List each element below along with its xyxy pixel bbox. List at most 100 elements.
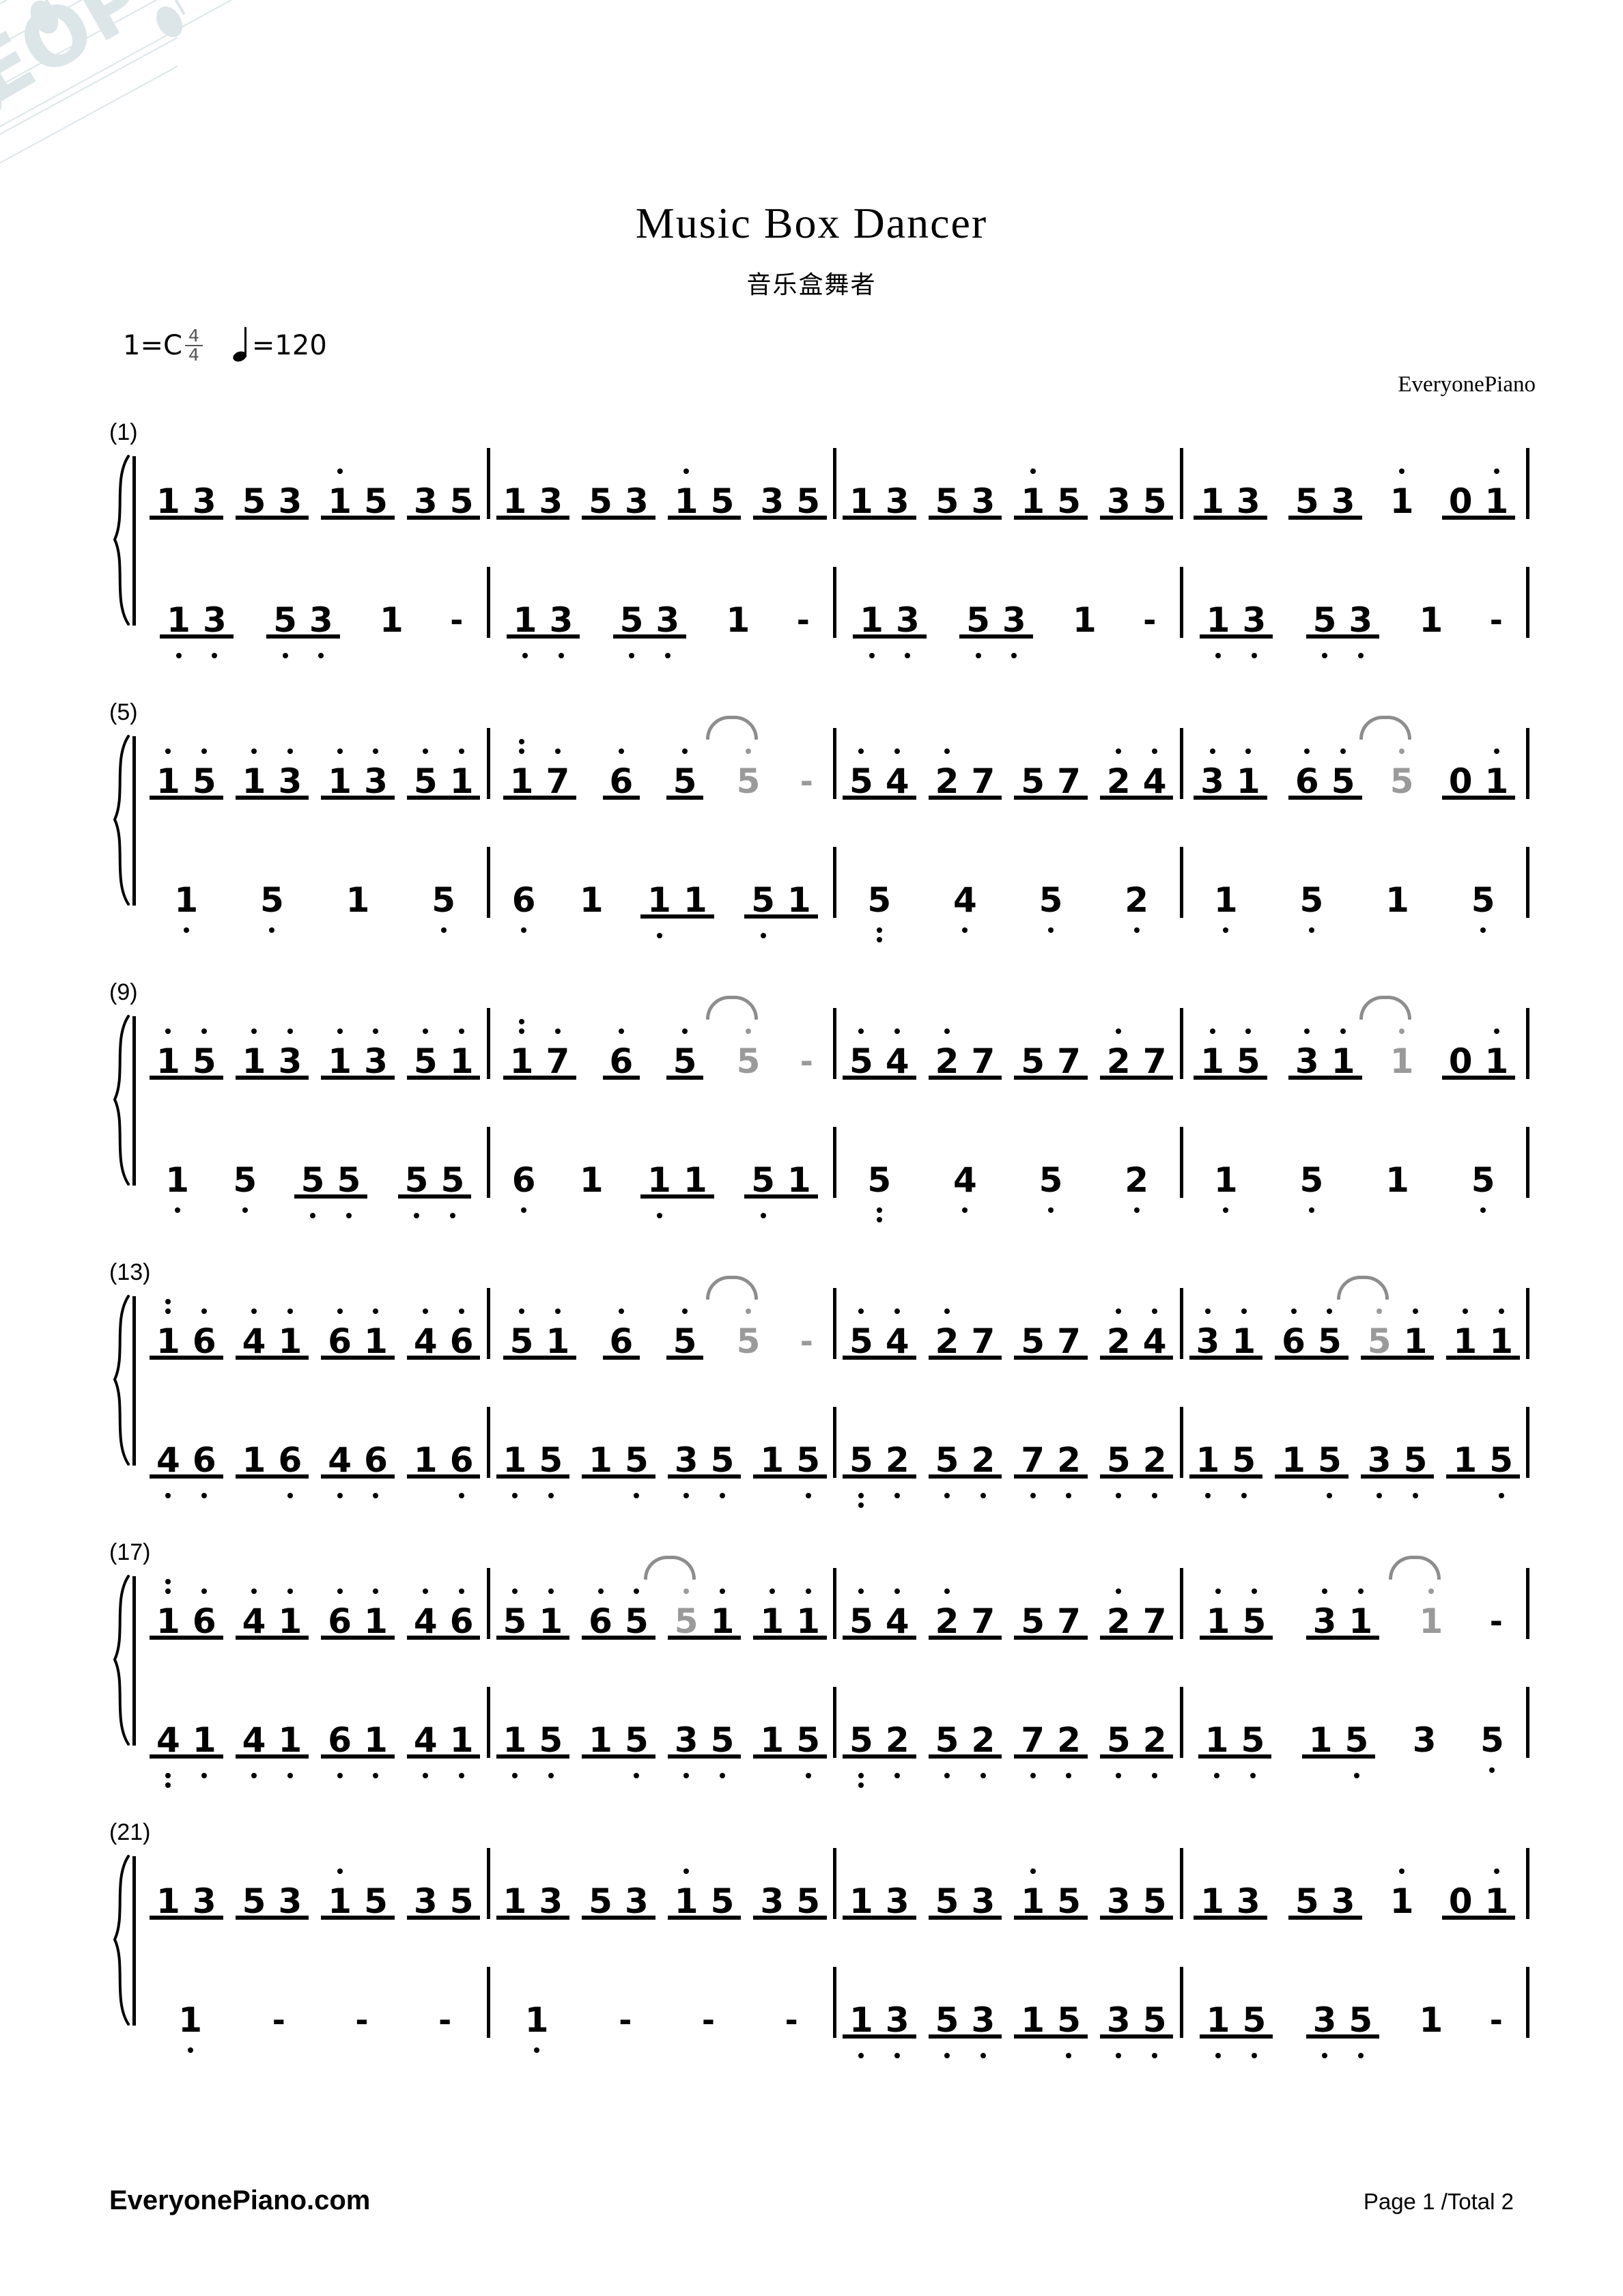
octave-dot-above <box>459 1308 465 1314</box>
note-number: 6 <box>322 1308 358 1359</box>
note-number: 5 <box>843 1442 879 1508</box>
note-group: 15 <box>1445 1442 1521 1498</box>
note-number: 5 <box>1101 1442 1137 1498</box>
measure: 41416141 <box>143 1687 490 1788</box>
note-group: 5 <box>1032 882 1071 933</box>
octave-dot-below <box>805 1493 811 1498</box>
octave-dot-above <box>548 1588 554 1594</box>
octave-dot-above <box>165 1308 171 1314</box>
octave-dot-above <box>1357 1588 1364 1594</box>
measure: 611151 <box>490 847 836 938</box>
note-group: 5 <box>1293 1162 1331 1213</box>
note-group: 53 <box>235 1884 310 1920</box>
octave-dot-above <box>519 1028 525 1034</box>
note-number: 1 <box>322 1028 358 1079</box>
octave-dot-above <box>251 1588 257 1594</box>
octave-dot-below <box>894 1493 901 1498</box>
octave-dot-below <box>1215 2053 1222 2058</box>
note-group: 53 <box>235 484 310 520</box>
measure: 52527252 <box>836 1687 1183 1788</box>
note-group: 46 <box>406 1588 481 1640</box>
octave-dot-above <box>459 1028 465 1034</box>
octave-dot-below <box>656 1213 662 1218</box>
note-group: 53 <box>928 2002 1003 2058</box>
note-number: 5 <box>667 1028 703 1079</box>
octave-dot-below <box>187 2047 193 2053</box>
note-number: 7 <box>971 761 996 801</box>
note-number: 1 <box>444 1722 480 1778</box>
note-group: 5 <box>424 882 463 933</box>
octave-dot-below <box>414 1213 420 1218</box>
note-number: 5 <box>667 748 703 799</box>
measure: 1515 <box>143 847 490 933</box>
note-number: 5 <box>790 1442 826 1498</box>
note-number: 5 <box>619 1442 655 1498</box>
octave-dot-below <box>1412 1493 1418 1498</box>
grand-staff-brace <box>108 735 132 906</box>
note-number: 1 <box>668 1868 705 1919</box>
note-number: 7 <box>1142 1041 1167 1081</box>
note-number: 5 <box>1236 2002 1272 2058</box>
measure: 1515 <box>1183 1127 1529 1213</box>
note-number: 1 <box>683 1160 707 1200</box>
measure: 13531- <box>836 567 1183 658</box>
note-group: 15 <box>320 1868 395 1920</box>
measure: 13531535 <box>836 1848 1183 1920</box>
note-group: 6 <box>505 882 544 933</box>
note-number: 3 <box>1194 748 1230 799</box>
octave-dot-below <box>201 1773 208 1778</box>
note-number: 1 <box>853 602 890 658</box>
note-group: 11 <box>752 1588 828 1640</box>
note-group: 35 <box>1360 1442 1435 1498</box>
measure: 13531535 <box>143 448 490 520</box>
measure: 13531535 <box>836 448 1183 520</box>
octave-dot-above <box>1116 1588 1122 1594</box>
note-number: 5 <box>425 882 462 933</box>
note-group: 35 <box>752 1881 828 1921</box>
octave-dot-below <box>1215 653 1222 658</box>
note-number: 5 <box>267 602 303 658</box>
note-number: 2 <box>1118 882 1155 933</box>
octave-dot-below <box>980 1773 986 1778</box>
note-number: 5 <box>295 1162 331 1218</box>
octave-dot-above <box>554 1308 561 1314</box>
note-number: 1 <box>1226 1308 1262 1359</box>
octave-dot-above <box>519 1308 525 1314</box>
note-group: 01 <box>1441 1028 1516 1080</box>
note-number: 7 <box>1015 1442 1051 1498</box>
note-number: 1 <box>1342 1588 1379 1639</box>
octave-dot-below <box>251 1773 257 1778</box>
note-number: 1 <box>787 1160 811 1200</box>
note-dash: - <box>785 2002 798 2039</box>
octave-dot-below <box>1223 927 1229 933</box>
octave-dot-above <box>1152 1308 1158 1314</box>
note-number: 4 <box>1137 748 1173 799</box>
note-group: 55 <box>397 1162 472 1218</box>
octave-dot-above <box>681 1308 688 1314</box>
octave-dot-above <box>165 1588 171 1594</box>
measure: 15153515 <box>490 1407 836 1498</box>
note-number: 3 <box>272 748 308 799</box>
note-group: 17 <box>503 1019 578 1080</box>
octave-dot-below <box>165 1493 171 1498</box>
note-number: 1 <box>1325 1028 1361 1079</box>
treble-staff: 1641614651655-5427572431655111 <box>143 1276 1529 1361</box>
note-group: 16 <box>406 1442 481 1498</box>
octave-dot-below <box>548 1493 554 1498</box>
bass-staff: 46164616151535155252725215153515 <box>143 1407 1529 1508</box>
octave-dot-below <box>287 1493 293 1498</box>
note-number: 7 <box>1057 1321 1081 1361</box>
octave-dot-below <box>1116 2053 1122 2058</box>
note-number: 1 <box>1308 1720 1333 1760</box>
octave-dot-below <box>1152 1773 1158 1778</box>
note-number: 5 <box>1307 602 1343 658</box>
tie-arc <box>705 716 758 740</box>
note-number: 5 <box>960 602 996 658</box>
octave-dot-above <box>287 748 293 754</box>
measure-number-label: (5) <box>109 699 138 725</box>
note-group: - <box>793 1044 821 1079</box>
octave-dot-below <box>165 1773 171 1778</box>
note-number: 5 <box>843 1308 879 1359</box>
note-number: 3 <box>760 1881 785 1921</box>
note-number: 6 <box>358 1442 394 1498</box>
